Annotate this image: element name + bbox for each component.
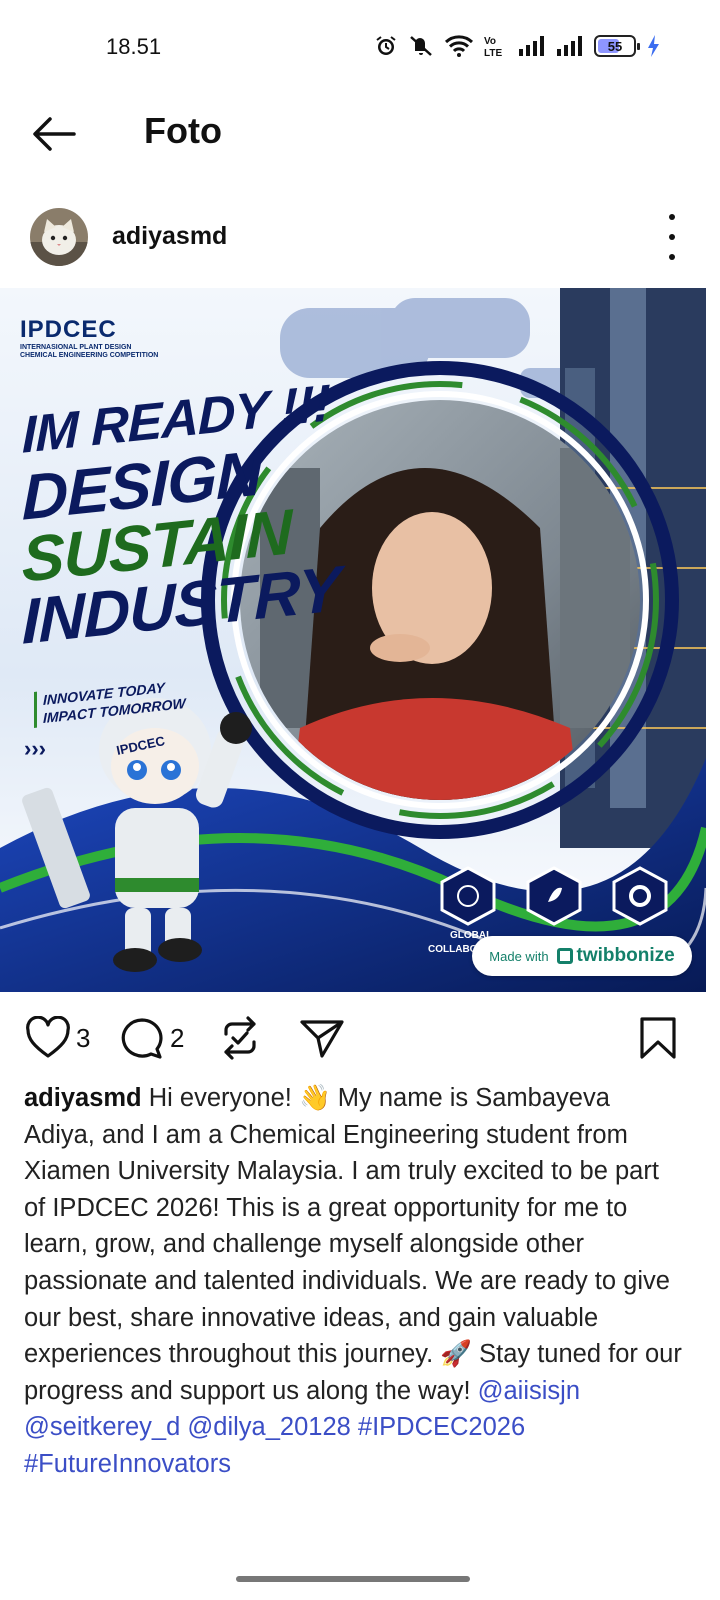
share-button[interactable] [298, 1016, 346, 1060]
made-with-label: Made with [489, 948, 549, 964]
more-options-button[interactable] [660, 214, 684, 260]
post-caption: adiyasmd Hi everyone! 👋 My name is Samba… [24, 1080, 684, 1483]
status-icons: Vo LTE 55 [374, 32, 660, 60]
page-title: Foto [144, 110, 222, 151]
hashtag-link[interactable]: #FutureInnovators [24, 1450, 231, 1478]
mention-link[interactable]: @seitkerey_d [24, 1413, 180, 1441]
image-arrows: ››› [24, 736, 46, 761]
like-button[interactable]: 3 [24, 1016, 90, 1060]
image-brand: IPDCEC INTERNASIONAL PLANT DESIGN CHEMIC… [20, 316, 158, 359]
twibbonize-name: twibbonize [576, 945, 675, 966]
repost-icon [224, 1016, 256, 1060]
signal-icon [556, 32, 584, 60]
made-with-badge: Made with twibbonize [472, 936, 692, 976]
volte-icon: Vo LTE [484, 32, 508, 60]
brand-name: IPDCEC [20, 316, 117, 343]
brand-sub-1: INTERNASIONAL PLANT DESIGN [20, 344, 132, 351]
svg-text:Vo: Vo [484, 36, 496, 47]
wifi-icon [444, 32, 474, 60]
like-count: 3 [76, 1022, 91, 1053]
feature-label-1b: COLLABO [428, 944, 478, 955]
mention-link[interactable]: @dilya_20128 [187, 1413, 350, 1441]
caption-text: Hi everyone! 👋 My name is Sambayeva Adiy… [24, 1084, 682, 1405]
charging-icon [646, 32, 660, 60]
brand-sub-2: CHEMICAL ENGINEERING COMPETITION [20, 351, 159, 359]
save-button[interactable] [638, 1016, 678, 1060]
cat-avatar-image [30, 208, 88, 266]
avatar[interactable] [30, 208, 88, 266]
comment-button[interactable]: 2 [118, 1016, 184, 1060]
send-icon [300, 1020, 344, 1058]
back-button[interactable] [24, 108, 84, 160]
post-image[interactable]: IPDCEC INTERNASIONAL PLANT DESIGN CHEMIC… [0, 288, 706, 992]
dot [669, 254, 675, 260]
repost-button[interactable] [218, 1016, 262, 1060]
hashtag-link[interactable]: #IPDCEC2026 [358, 1413, 525, 1441]
comment-count: 2 [170, 1022, 185, 1053]
post-actions: 3 2 [0, 1008, 720, 1068]
post-username[interactable]: adiyasmd [112, 222, 227, 251]
mute-icon [408, 32, 434, 60]
twibbonize-logo-icon [556, 948, 573, 964]
status-bar: 18.51 Vo LTE 55 [0, 0, 720, 96]
comment-icon [121, 1018, 163, 1059]
status-time: 18.51 [106, 34, 162, 59]
signal-icon [518, 32, 546, 60]
image-headline: IM READY !!! DESIGN SUSTAIN INDUSTRY [22, 371, 340, 657]
caption-username[interactable]: adiyasmd [24, 1084, 142, 1112]
post-header: adiyasmd [0, 200, 720, 276]
dot [669, 214, 675, 220]
home-indicator[interactable] [236, 1576, 470, 1582]
bookmark-icon [640, 1017, 676, 1059]
battery-icon: 55 [594, 35, 640, 57]
arrow-left-icon [33, 117, 76, 151]
heart-icon [26, 1016, 70, 1058]
alarm-icon [374, 32, 398, 60]
top-app-bar: Foto [0, 96, 720, 172]
mention-link[interactable]: @aiisisjn [478, 1377, 580, 1405]
battery-level: 55 [607, 38, 623, 54]
dot [669, 234, 675, 240]
twibbonize-brand: twibbonize [556, 945, 675, 967]
svg-text:LTE: LTE [484, 48, 502, 58]
